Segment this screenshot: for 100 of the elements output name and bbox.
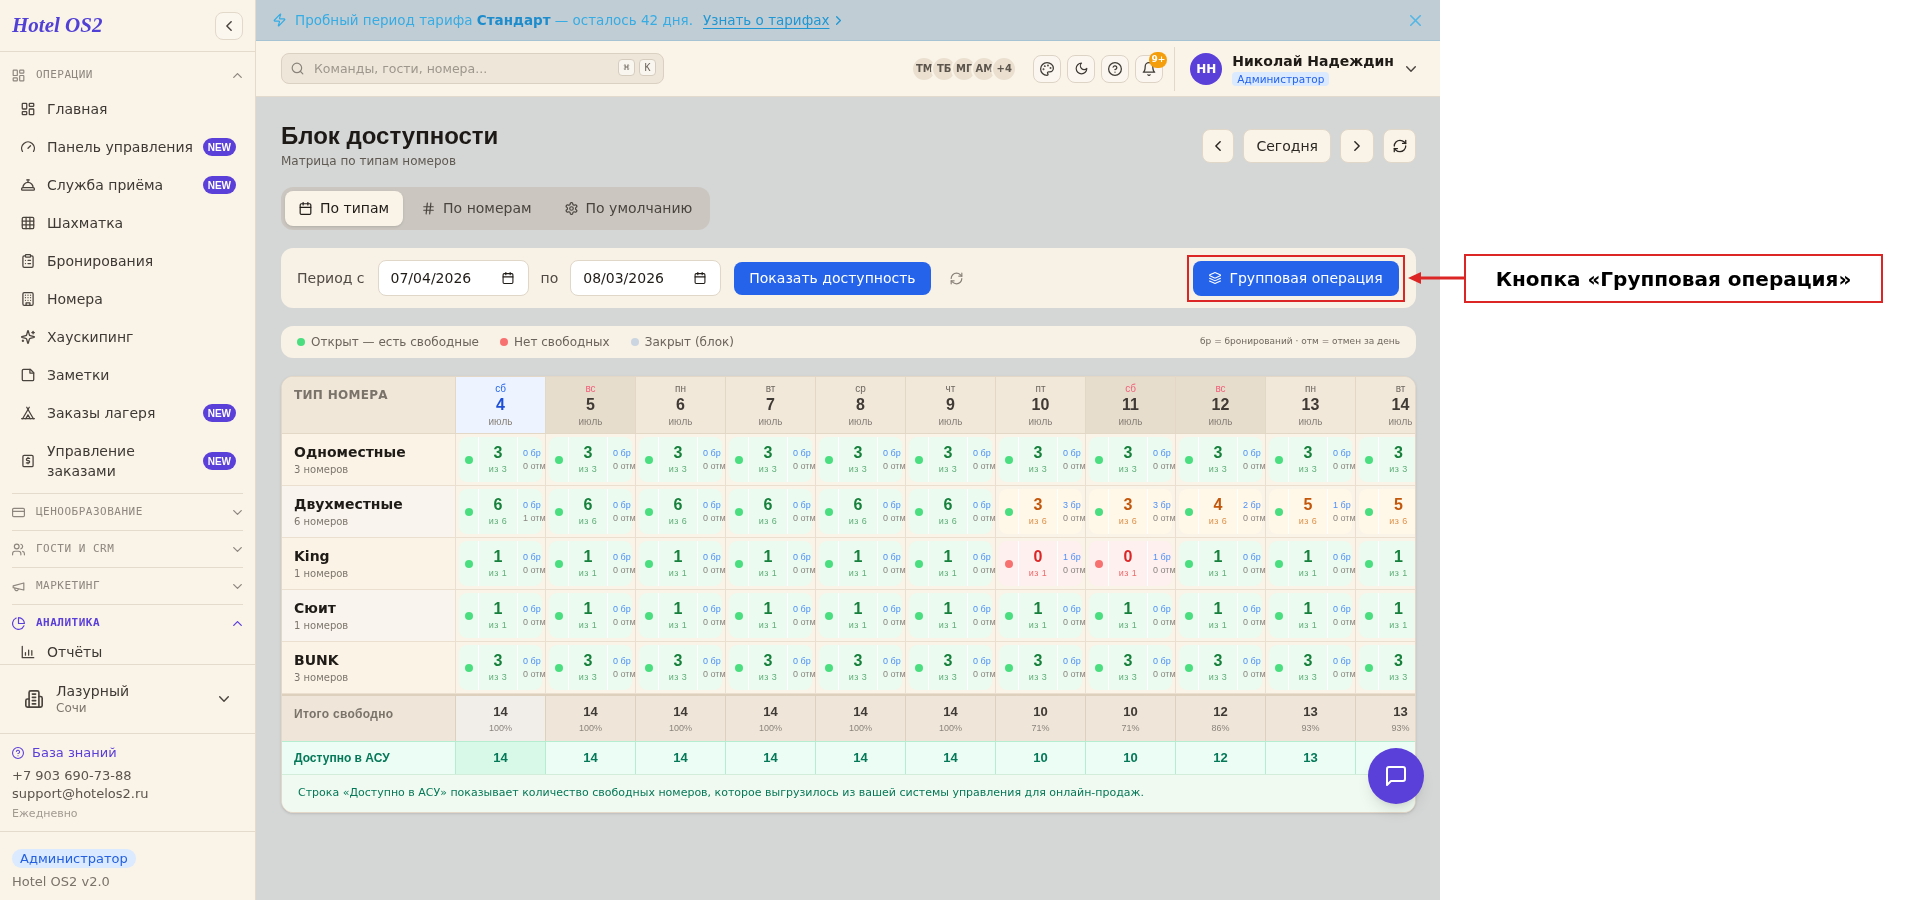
booked-count: 0 бр [523, 602, 542, 616]
asu-cell: 13 [1266, 741, 1356, 774]
free-count: 0 [1123, 548, 1133, 566]
free-count: 3 [763, 652, 773, 670]
free-count: 1 [853, 600, 863, 618]
booked-count: 0 бр [1333, 446, 1352, 460]
tab[interactable]: По типам [285, 191, 404, 226]
booked-count: 0 бр [1333, 654, 1352, 668]
booked-count: 0 бр [883, 498, 902, 512]
total-percent: 100% [579, 721, 602, 734]
booked-count: 0 бр [1243, 602, 1262, 616]
palette-button[interactable] [1033, 54, 1062, 83]
megaphone-icon [12, 579, 25, 593]
capacity-text: из 3 [848, 672, 868, 683]
free-count: 3 [1303, 652, 1313, 670]
booked-count: 0 бр [883, 654, 902, 668]
section-header[interactable]: АНАЛИТИКА [12, 605, 243, 641]
nav-item[interactable]: Панель управления NEW [12, 128, 243, 166]
nav-item[interactable]: Служба приёма NEW [12, 166, 243, 204]
total-value: 14 [583, 703, 598, 720]
nav-item[interactable]: Заметки [12, 356, 243, 394]
callout-label: Кнопка «Групповая операция» [1464, 254, 1883, 303]
total-value: 10 [1123, 703, 1138, 720]
free-count: 3 [1033, 444, 1043, 462]
capacity-text: из 6 [848, 516, 868, 527]
free-count: 3 [1123, 652, 1133, 670]
day-number: 11 [1122, 395, 1139, 415]
weekday-label: чт [945, 383, 956, 395]
tab[interactable]: По номерам [408, 191, 546, 226]
notification-badge: 9+ [1149, 51, 1168, 68]
capacity-text: из 3 [1028, 672, 1048, 683]
asu-cell: 14 [546, 741, 636, 774]
free-count: 1 [493, 600, 503, 618]
booked-count: 0 бр [1333, 602, 1352, 616]
weekday-label: пт [1035, 383, 1046, 395]
tab[interactable]: По умолчанию [550, 191, 707, 226]
nav-item[interactable]: Заказы лагеря NEW [12, 394, 243, 432]
new-badge: NEW [202, 138, 236, 156]
capacity-text: из 1 [1208, 620, 1228, 631]
nav-item[interactable]: Шахматка [12, 204, 243, 242]
knowledge-base-link[interactable]: База знаний [12, 744, 117, 762]
booked-count: 0 бр [613, 446, 632, 460]
user-name: Николай Надеждин [1232, 51, 1394, 70]
help-button[interactable] [1101, 54, 1130, 83]
booked-count: 0 бр [793, 602, 812, 616]
capacity-text: из 3 [1298, 464, 1318, 475]
building-icon [25, 690, 43, 708]
weekday-label: вс [585, 383, 596, 395]
cancelled-count: 0 отм [1063, 459, 1086, 473]
show-availability-button[interactable]: Показать доступность [734, 261, 931, 295]
chevron-down-icon [1406, 65, 1416, 72]
chat-icon [1385, 765, 1407, 787]
room-count: 1 номеров [294, 566, 350, 581]
cancelled-count: 0 отм [1153, 563, 1176, 577]
booked-count: 0 бр [973, 446, 992, 460]
capacity-text: из 6 [488, 516, 508, 527]
room-count: 3 номеров [294, 670, 350, 685]
booked-count: 0 бр [523, 550, 542, 564]
free-count: 6 [583, 496, 593, 514]
today-button[interactable]: Сегодня [1243, 129, 1331, 163]
layers-icon [1209, 272, 1222, 284]
booked-count: 0 бр [883, 602, 902, 616]
nav-item[interactable]: Номера [12, 280, 243, 318]
free-count: 1 [943, 600, 953, 618]
date-field[interactable]: 07/04/2026 [377, 260, 529, 296]
capacity-text: из 1 [1118, 620, 1138, 631]
capacity-text: из 1 [1298, 568, 1318, 579]
free-count: 1 [943, 548, 953, 566]
month-label: июль [938, 415, 963, 429]
cancelled-count: 0 отм [1333, 667, 1356, 681]
hotel-selector[interactable]: Лазурный Сочи [0, 664, 255, 733]
period-label: Период с [297, 268, 365, 288]
capacity-text: из 1 [1118, 568, 1138, 579]
dark-mode-button[interactable] [1067, 54, 1096, 83]
nav-item[interactable]: Бронирования [12, 242, 243, 280]
cancelled-count: 0 отм [883, 667, 906, 681]
layout-icon [12, 68, 25, 82]
weekday-label: ср [855, 383, 866, 395]
refresh-icon [949, 271, 963, 285]
cancelled-count: 0 отм [973, 511, 996, 525]
date-field[interactable]: 08/03/2026 [570, 260, 722, 296]
free-count: 1 [1213, 600, 1223, 618]
chevron-left-icon [1215, 141, 1222, 151]
nav-item[interactable]: Хаускипинг [12, 318, 243, 356]
logo-text: Hotel OS2 [12, 11, 103, 39]
user-avatar: +4 [991, 55, 1018, 82]
cancelled-count: 0 отм [523, 563, 546, 577]
bulk-operation-button[interactable]: Групповая операция [1193, 260, 1399, 296]
booked-count: 0 бр [793, 446, 812, 460]
nav-item[interactable]: Отчёты [12, 641, 243, 663]
asu-cell: 14 [906, 741, 996, 774]
nav-item[interactable]: Главная [12, 90, 243, 128]
refresh-button[interactable] [1383, 129, 1416, 163]
nav-item[interactable]: Управление заказами NEW [12, 432, 243, 490]
free-count: 1 [763, 600, 773, 618]
booked-count: 3 бр [1063, 498, 1082, 512]
capacity-text: из 6 [578, 516, 598, 527]
collapse-button[interactable] [215, 11, 243, 40]
cancelled-count: 0 отм [1063, 615, 1086, 629]
month-label: июль [848, 415, 873, 429]
